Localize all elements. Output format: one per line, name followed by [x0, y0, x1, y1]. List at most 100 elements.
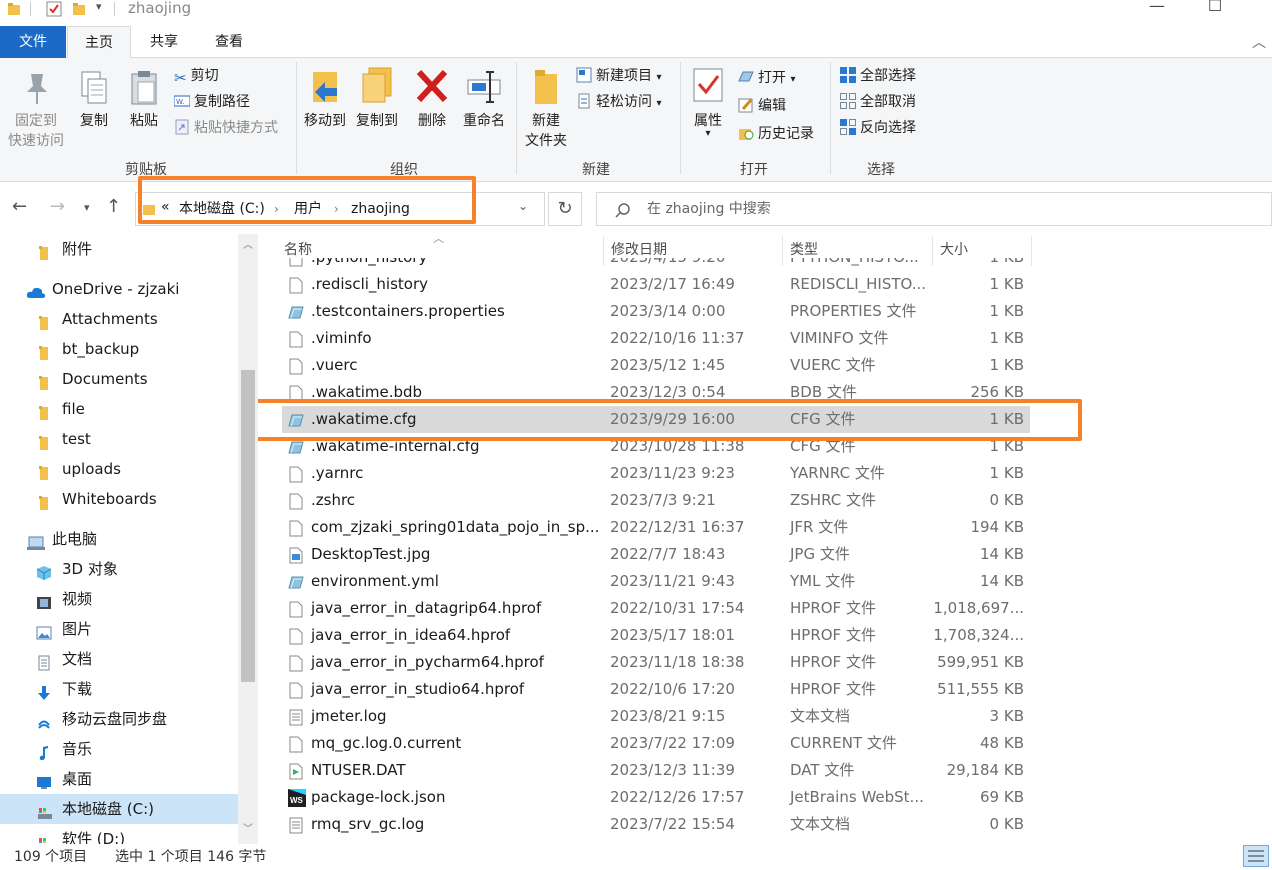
file-type: PROPERTIES 文件: [790, 302, 917, 320]
nav-item-14[interactable]: 下载: [0, 674, 238, 704]
download-icon: [36, 681, 52, 700]
file-row[interactable]: jmeter.log 2023/8/21 9:15 文本文档 3 KB: [282, 703, 1030, 730]
nav-item-10[interactable]: 3D 对象: [0, 554, 238, 584]
collapse-ribbon-icon[interactable]: ︿: [1252, 32, 1266, 52]
nav-scroll-down-icon[interactable]: ﹀: [243, 820, 253, 835]
tab-file[interactable]: 文件: [0, 26, 66, 58]
file-row[interactable]: .viminfo 2022/10/16 11:37 VIMINFO 文件 1 KB: [282, 325, 1030, 352]
nav-item-label: 移动云盘同步盘: [62, 710, 168, 728]
file-row[interactable]: java_error_in_pycharm64.hprof 2023/11/18 …: [282, 649, 1030, 676]
file-name: java_error_in_pycharm64.hprof: [311, 653, 544, 671]
nav-item-13[interactable]: 文档: [0, 644, 238, 674]
folder-icon: [36, 371, 52, 390]
move-to-button[interactable]: 移动到: [300, 66, 350, 130]
cut-button[interactable]: ✂ 剪切: [174, 64, 219, 88]
refresh-button[interactable]: ↻: [548, 192, 582, 226]
nav-item-9[interactable]: 此电脑: [0, 524, 238, 554]
file-row[interactable]: rmq_srv_gc.log 2023/7/22 15:54 文本文档 0 KB: [282, 811, 1030, 838]
file-row[interactable]: .rediscli_history 2023/2/17 16:49 REDISCLI…: [282, 271, 1030, 298]
rename-button[interactable]: 重命名: [458, 66, 510, 130]
address-history-dropdown[interactable]: ⌄: [518, 199, 528, 213]
window-title: zhaojing: [128, 0, 192, 17]
title-bar: ▾ zhaojing — ☐: [0, 0, 1272, 22]
properties-button[interactable]: 属性 ▾: [686, 66, 730, 139]
nav-item-18[interactable]: 本地磁盘 (C:): [0, 794, 238, 824]
tab-view[interactable]: 查看: [198, 26, 260, 58]
nav-item-4[interactable]: Documents: [0, 364, 238, 394]
file-row[interactable]: DesktopTest.jpg 2022/7/7 18:43 JPG 文件 14 KB: [282, 541, 1030, 568]
nav-scroll-up-icon[interactable]: ︿: [243, 236, 253, 251]
open-dropdown[interactable]: 打开 ▾: [738, 66, 795, 90]
file-row[interactable]: java_error_in_studio64.hprof 2022/10/6 17…: [282, 676, 1030, 703]
nav-item-19[interactable]: 软件 (D:): [0, 824, 238, 844]
nav-item-1[interactable]: OneDrive - zjzaki: [0, 274, 238, 304]
file-row[interactable]: com_zjzaki_spring01data_pojo_in_sp... 202…: [282, 514, 1030, 541]
details-view-icon[interactable]: [1243, 845, 1269, 867]
file-row[interactable]: .vuerc 2023/5/12 1:45 VUERC 文件 1 KB: [282, 352, 1030, 379]
file-row[interactable]: java_error_in_datagrip64.hprof 2022/10/31…: [282, 595, 1030, 622]
file-date: 2022/10/6 17:20: [610, 680, 735, 698]
nav-item-7[interactable]: uploads: [0, 454, 238, 484]
file-name: package-lock.json: [311, 788, 446, 806]
minimize-button[interactable]: —: [1134, 0, 1180, 22]
nav-item-11[interactable]: 视频: [0, 584, 238, 614]
nav-item-label: 下载: [62, 680, 93, 698]
file-row[interactable]: WS package-lock.json 2022/12/26 17:57 JetBr…: [282, 784, 1030, 811]
nav-item-3[interactable]: bt_backup: [0, 334, 238, 364]
nav-scroll-thumb[interactable]: [241, 370, 255, 682]
edit-button[interactable]: 编辑: [738, 94, 786, 118]
copy-path-button[interactable]: W. 复制路径: [174, 90, 250, 114]
recent-locations-dropdown[interactable]: ▾: [84, 201, 90, 214]
pin-quick-access-button[interactable]: 固定到 快速访问: [4, 70, 68, 150]
nav-item-8[interactable]: Whiteboards: [0, 484, 238, 514]
file-name: .vuerc: [311, 356, 358, 374]
copy-to-button[interactable]: 复制到: [352, 66, 402, 130]
file-row[interactable]: .zshrc 2023/7/3 9:21 ZSHRC 文件 0 KB: [282, 487, 1030, 514]
paste-button[interactable]: 粘贴: [122, 70, 166, 130]
new-item-dropdown[interactable]: 新建项目 ▾: [576, 64, 661, 88]
new-folder-button[interactable]: 新建 文件夹: [520, 68, 572, 150]
nav-item-16[interactable]: 音乐: [0, 734, 238, 764]
search-box[interactable]: 在 zhaojing 中搜索: [596, 192, 1272, 226]
properties-quick-icon[interactable]: [46, 1, 62, 17]
nav-item-12[interactable]: 图片: [0, 614, 238, 644]
nav-item-2[interactable]: Attachments: [0, 304, 238, 334]
file-row[interactable]: NTUSER.DAT 2023/12/3 11:39 DAT 文件 29,184 KB: [282, 757, 1030, 784]
tab-share[interactable]: 共享: [134, 26, 194, 58]
nav-item-17[interactable]: 桌面: [0, 764, 238, 794]
file-row[interactable]: .yarnrc 2023/11/23 9:23 YARNRC 文件 1 KB: [282, 460, 1030, 487]
invert-selection-button[interactable]: 反向选择: [840, 116, 916, 140]
file-row[interactable]: .testcontainers.properties 2023/3/14 0:00…: [282, 298, 1030, 325]
nav-item-0[interactable]: 附件: [0, 234, 238, 264]
up-arrow-icon[interactable]: ↑: [106, 196, 121, 217]
select-none-button[interactable]: 全部取消: [840, 90, 916, 114]
customize-qat-dropdown[interactable]: ▾: [96, 0, 102, 13]
easy-access-dropdown[interactable]: 轻松访问 ▾: [576, 90, 661, 114]
file-name: .viminfo: [311, 329, 372, 347]
file-row[interactable]: environment.yml 2023/11/21 9:43 YML 文件 14 K…: [282, 568, 1030, 595]
file-row[interactable]: mq_gc.log.0.current 2023/7/22 17:09 CURREN…: [282, 730, 1030, 757]
file-name: .zshrc: [311, 491, 356, 509]
paste-shortcut-button[interactable]: 粘贴快捷方式: [174, 116, 278, 140]
history-button[interactable]: 历史记录: [738, 122, 814, 146]
file-type: 文本文档: [790, 707, 851, 725]
nav-item-6[interactable]: test: [0, 424, 238, 454]
file-size: 0 KB: [989, 815, 1024, 833]
new-folder-quick-icon[interactable]: [72, 2, 86, 16]
move-to-icon: [313, 72, 337, 102]
maximize-button[interactable]: ☐: [1192, 0, 1238, 22]
file-type: HPROF 文件: [790, 626, 876, 644]
copy-button[interactable]: 复制: [72, 70, 116, 130]
file-row[interactable]: .python_history 2023/4/15 9:20 PYTHON_HIST…: [282, 258, 1030, 271]
file-name: .rediscli_history: [311, 275, 429, 293]
delete-button[interactable]: 删除: [410, 66, 454, 130]
nav-item-15[interactable]: 移动云盘同步盘: [0, 704, 238, 734]
select-all-button[interactable]: 全部选择: [840, 64, 916, 88]
paste-icon: [131, 71, 157, 105]
back-arrow-icon[interactable]: ←: [12, 196, 27, 217]
file-size: 1 KB: [989, 356, 1024, 374]
nav-item-5[interactable]: file: [0, 394, 238, 424]
forward-arrow-icon[interactable]: →: [50, 196, 65, 217]
tab-home[interactable]: 主页: [67, 26, 131, 58]
file-row[interactable]: java_error_in_idea64.hprof 2023/5/17 18:0…: [282, 622, 1030, 649]
